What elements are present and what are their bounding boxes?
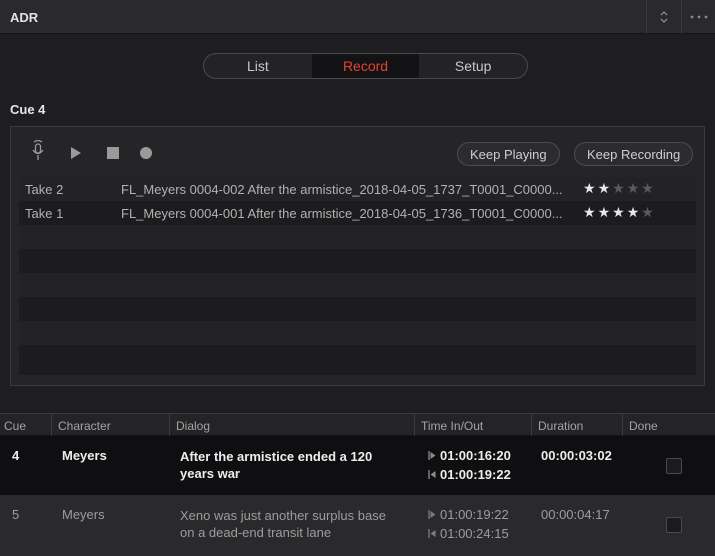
takes-list: Take 2 FL_Meyers 0004-002 After the armi… bbox=[19, 177, 696, 375]
col-cue[interactable]: Cue bbox=[0, 414, 50, 437]
dialog-line: Xeno was just another surplus base bbox=[180, 508, 386, 523]
time-in: 01:00:16:20 bbox=[440, 448, 511, 463]
col-character[interactable]: Character bbox=[51, 414, 168, 437]
take-rating[interactable]: ★★★★★ bbox=[583, 180, 656, 197]
done-checkbox[interactable] bbox=[666, 458, 682, 474]
mark-in-icon bbox=[428, 451, 436, 460]
col-dialog[interactable]: Dialog bbox=[169, 414, 413, 437]
take-filename: FL_Meyers 0004-001 After the armistice_2… bbox=[121, 206, 563, 221]
col-duration[interactable]: Duration bbox=[531, 414, 621, 437]
dialog-line: After the armistice ended a 120 bbox=[180, 449, 373, 464]
take-row[interactable]: Take 2 FL_Meyers 0004-002 After the armi… bbox=[19, 177, 696, 201]
dialog-text: Xeno was just another surplus base on a … bbox=[180, 507, 386, 541]
time-in-out: 01:00:16:20 01:00:19:22 bbox=[428, 446, 511, 484]
take-rating[interactable]: ★★★★★ bbox=[583, 204, 656, 221]
col-done[interactable]: Done bbox=[622, 414, 715, 437]
star-icon[interactable]: ★ bbox=[583, 180, 598, 196]
dialog-line: on a dead-end transit lane bbox=[180, 525, 332, 540]
talkback-mic-icon[interactable] bbox=[31, 139, 45, 163]
mode-tabs: List Record Setup bbox=[203, 53, 528, 79]
take-row[interactable]: Take 1 FL_Meyers 0004-001 After the armi… bbox=[19, 201, 696, 225]
duration: 00:00:04:17 bbox=[541, 507, 610, 522]
time-out: 01:00:24:15 bbox=[440, 526, 509, 541]
keep-recording-button[interactable]: Keep Recording bbox=[574, 142, 694, 166]
empty-row bbox=[19, 225, 696, 249]
dialog-line: years war bbox=[180, 466, 240, 481]
col-time-in-out[interactable]: Time In/Out bbox=[414, 414, 530, 437]
time-in: 01:00:19:22 bbox=[440, 507, 509, 522]
character-name: Meyers bbox=[62, 507, 105, 522]
stop-icon[interactable] bbox=[107, 147, 119, 159]
empty-row bbox=[19, 345, 696, 375]
star-icon[interactable]: ★ bbox=[627, 180, 642, 196]
time-in-out: 01:00:19:22 01:00:24:15 bbox=[428, 505, 509, 543]
tab-setup[interactable]: Setup bbox=[419, 54, 527, 78]
star-icon[interactable]: ★ bbox=[598, 180, 613, 196]
record-panel: Keep Playing Keep Recording Take 2 FL_Me… bbox=[10, 126, 705, 386]
star-icon[interactable]: ★ bbox=[627, 204, 642, 220]
mark-out-icon bbox=[428, 470, 436, 479]
keep-playing-button[interactable]: Keep Playing bbox=[457, 142, 560, 166]
play-icon[interactable] bbox=[71, 147, 81, 159]
take-filename: FL_Meyers 0004-002 After the armistice_2… bbox=[121, 182, 563, 197]
ellipsis-icon bbox=[690, 15, 707, 19]
transport-bar: Keep Playing Keep Recording bbox=[11, 127, 704, 177]
dialog-text: After the armistice ended a 120 years wa… bbox=[180, 448, 372, 482]
panel-titlebar: ADR bbox=[0, 0, 715, 34]
star-icon[interactable]: ★ bbox=[641, 180, 656, 196]
mark-out-icon bbox=[428, 529, 436, 538]
empty-row bbox=[19, 297, 696, 321]
tab-list[interactable]: List bbox=[204, 54, 312, 78]
expand-toggle-button[interactable] bbox=[646, 0, 680, 34]
star-icon[interactable]: ★ bbox=[641, 204, 656, 220]
record-icon[interactable] bbox=[139, 146, 153, 160]
mark-in-icon bbox=[428, 510, 436, 519]
cue-heading: Cue 4 bbox=[10, 102, 46, 117]
empty-row bbox=[19, 273, 696, 297]
star-icon[interactable]: ★ bbox=[612, 180, 627, 196]
more-options-button[interactable] bbox=[681, 0, 715, 34]
empty-row bbox=[19, 321, 696, 345]
take-name: Take 1 bbox=[25, 206, 64, 221]
star-icon[interactable]: ★ bbox=[583, 204, 598, 220]
cue-number: 5 bbox=[12, 507, 20, 522]
time-out: 01:00:19:22 bbox=[440, 467, 511, 482]
empty-row bbox=[19, 249, 696, 273]
cue-table-header: Cue Character Dialog Time In/Out Duratio… bbox=[0, 413, 715, 437]
cue-number: 4 bbox=[12, 448, 20, 463]
panel-title: ADR bbox=[10, 10, 39, 25]
take-name: Take 2 bbox=[25, 182, 64, 197]
tab-record[interactable]: Record bbox=[311, 54, 420, 78]
done-checkbox[interactable] bbox=[666, 517, 682, 533]
cue-row[interactable]: 5 Meyers Xeno was just another surplus b… bbox=[0, 495, 715, 556]
character-name: Meyers bbox=[62, 448, 107, 463]
chevron-updown-icon bbox=[660, 11, 667, 23]
duration: 00:00:03:02 bbox=[541, 448, 612, 463]
star-icon[interactable]: ★ bbox=[612, 204, 627, 220]
cue-row[interactable]: 4 Meyers After the armistice ended a 120… bbox=[0, 436, 715, 495]
star-icon[interactable]: ★ bbox=[598, 204, 613, 220]
